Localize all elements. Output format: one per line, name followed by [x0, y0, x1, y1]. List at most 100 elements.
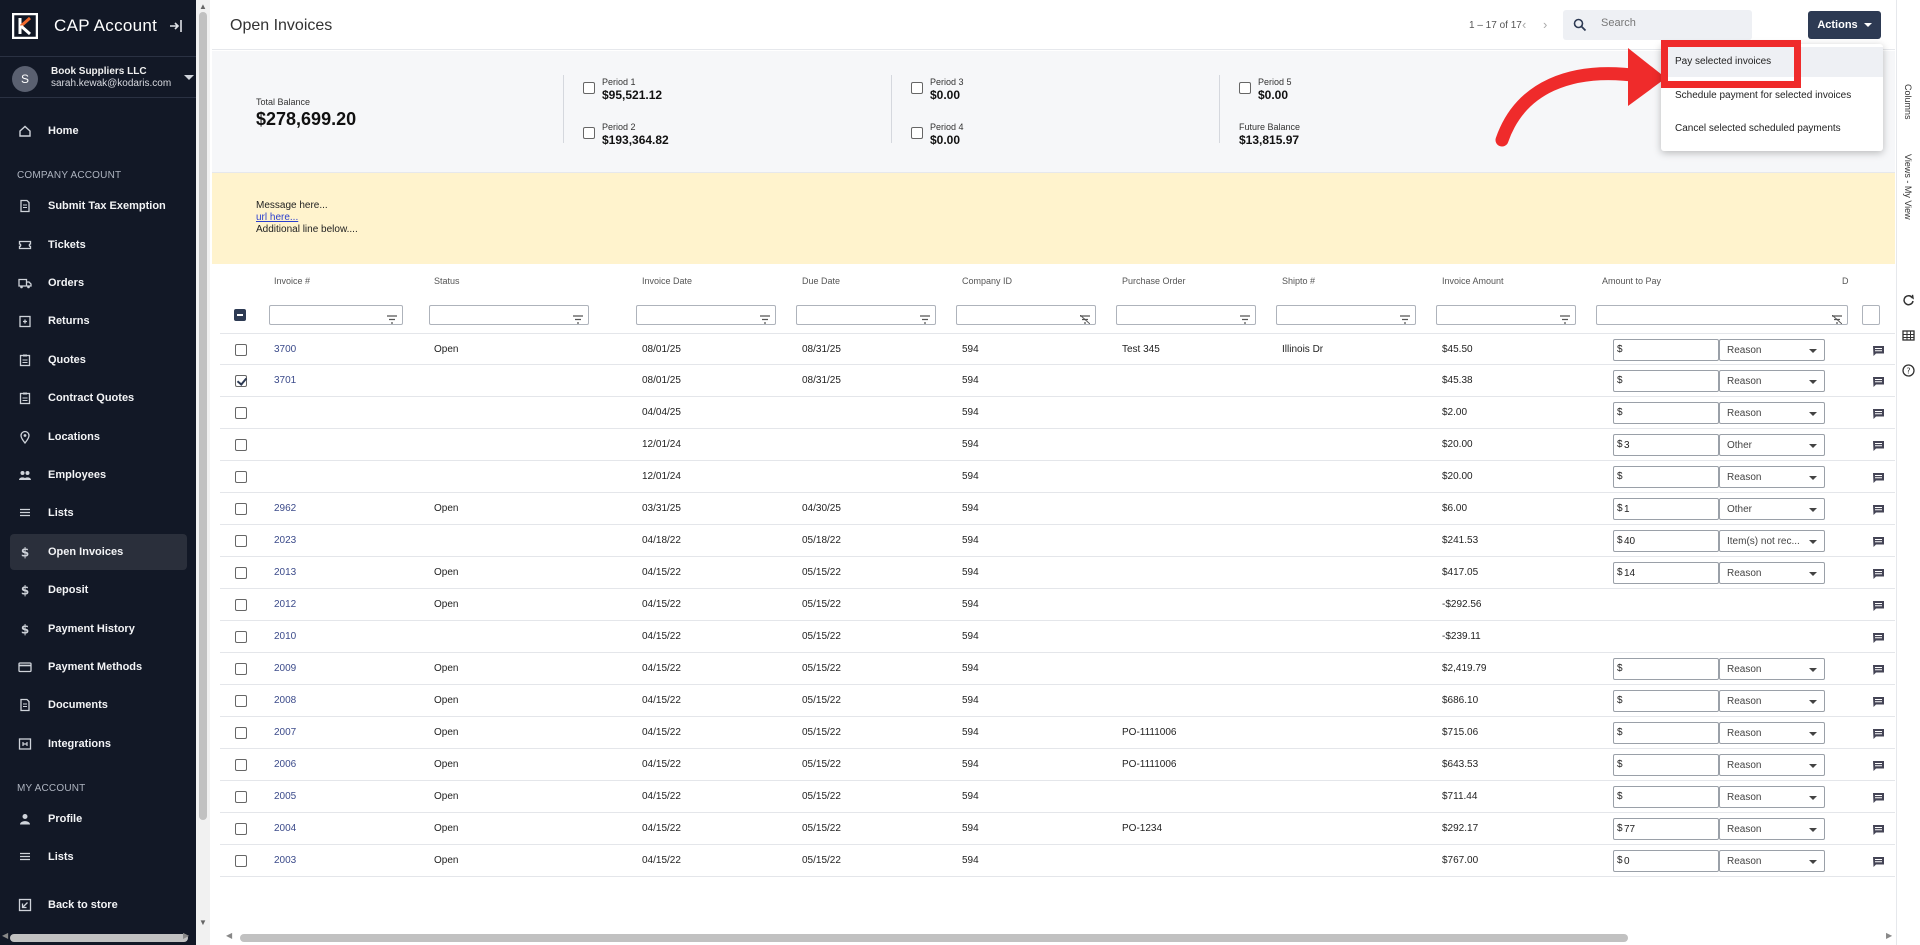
- table-row[interactable]: 3701 08/01/25 08/31/25 594 $45.38 $ Reason: [220, 365, 1895, 397]
- row-checkbox[interactable]: [235, 855, 247, 867]
- row-checkbox[interactable]: [235, 759, 247, 771]
- column-filter-input[interactable]: [956, 305, 1096, 325]
- column-header-purchase-order[interactable]: Purchase Order: [1122, 276, 1186, 286]
- sidebar-item-employees[interactable]: Employees: [10, 457, 187, 493]
- period-3-checkbox[interactable]: [911, 82, 923, 94]
- sidebar-item-lists[interactable]: Lists: [10, 495, 187, 531]
- amount-to-pay-input[interactable]: $: [1613, 658, 1719, 680]
- sidebar-item-locations[interactable]: Locations: [10, 419, 187, 455]
- help-icon[interactable]: ?: [1902, 364, 1915, 377]
- column-header-amount-to-pay[interactable]: Amount to Pay: [1602, 276, 1661, 286]
- amount-to-pay-input[interactable]: $: [1613, 786, 1719, 808]
- amount-to-pay-input[interactable]: $3: [1613, 434, 1719, 456]
- table-row[interactable]: 2007 Open 04/15/22 05/15/22 594 PO-1111006 $71…: [220, 717, 1895, 749]
- column-filter-input[interactable]: [1276, 305, 1416, 325]
- scroll-up-icon[interactable]: ▲: [199, 2, 207, 11]
- column-filter-input[interactable]: [796, 305, 936, 325]
- table-row[interactable]: 2003 Open 04/15/22 05/15/22 594 $767.00 $0 Reas…: [220, 845, 1895, 877]
- logout-icon[interactable]: [168, 18, 184, 34]
- table-row[interactable]: 2013 Open 04/15/22 05/15/22 594 $417.05 $14 Rea…: [220, 557, 1895, 589]
- filter-icon[interactable]: [1560, 311, 1570, 324]
- row-checkbox[interactable]: [235, 599, 247, 611]
- comment-icon[interactable]: [1872, 759, 1885, 771]
- sidebar-item-tickets[interactable]: Tickets: [10, 227, 187, 263]
- row-checkbox[interactable]: [235, 727, 247, 739]
- banner-link[interactable]: url here...: [256, 212, 298, 223]
- column-header-company-id[interactable]: Company ID: [962, 276, 1012, 286]
- row-checkbox[interactable]: [235, 631, 247, 643]
- filter-icon[interactable]: [760, 311, 770, 324]
- comment-icon[interactable]: [1872, 791, 1885, 803]
- comment-icon[interactable]: [1872, 439, 1885, 451]
- comment-icon[interactable]: [1872, 407, 1885, 419]
- table-row[interactable]: 12/01/24 594 $20.00 $3 Other: [220, 429, 1895, 461]
- sidebar-item-profile[interactable]: Profile: [10, 801, 187, 837]
- invoice-number-link[interactable]: 2013: [274, 567, 296, 578]
- column-filter-input[interactable]: [269, 305, 403, 325]
- comment-icon[interactable]: [1872, 567, 1885, 579]
- scroll-down-icon[interactable]: ▼: [199, 918, 207, 927]
- comment-icon[interactable]: [1872, 471, 1885, 483]
- invoice-number-link[interactable]: 2003: [274, 855, 296, 866]
- comment-icon[interactable]: [1872, 855, 1885, 867]
- amount-to-pay-input[interactable]: $1: [1613, 498, 1719, 520]
- amount-to-pay-input[interactable]: $: [1613, 402, 1719, 424]
- column-filter-input[interactable]: [1596, 305, 1848, 325]
- table-grid-icon[interactable]: [1902, 329, 1915, 342]
- row-checkbox[interactable]: [235, 791, 247, 803]
- invoice-number-link[interactable]: 2962: [274, 503, 296, 514]
- sidebar-item-submit-tax-exemption[interactable]: Submit Tax Exemption: [10, 188, 187, 224]
- amount-to-pay-input[interactable]: $: [1613, 754, 1719, 776]
- actions-button[interactable]: Actions: [1808, 11, 1881, 39]
- sidebar-item-integrations[interactable]: Integrations: [10, 726, 187, 762]
- comment-icon[interactable]: [1872, 599, 1885, 611]
- row-checkbox[interactable]: [235, 567, 247, 579]
- column-filter-input[interactable]: [1862, 305, 1880, 325]
- table-row[interactable]: 2009 Open 04/15/22 05/15/22 594 $2,419.79 $ Rea…: [220, 653, 1895, 685]
- table-row[interactable]: 2006 Open 04/15/22 05/15/22 594 PO-1111006 $64…: [220, 749, 1895, 781]
- table-row[interactable]: 3700 Open 08/01/25 08/31/25 594 Test 345 Illin…: [220, 333, 1895, 365]
- invoice-number-link[interactable]: 3701: [274, 375, 296, 386]
- refresh-icon[interactable]: [1902, 294, 1915, 307]
- table-row[interactable]: 2008 Open 04/15/22 05/15/22 594 $686.10 $ Reaso…: [220, 685, 1895, 717]
- filter-clear-icon[interactable]: [1079, 311, 1091, 325]
- table-horizontal-scrollbar[interactable]: [226, 934, 1896, 942]
- filter-icon[interactable]: [387, 311, 397, 324]
- column-header-shipto[interactable]: Shipto #: [1282, 276, 1315, 286]
- reason-select[interactable]: Reason: [1719, 370, 1825, 392]
- row-checkbox[interactable]: [235, 344, 247, 356]
- sidebar-scroll-thumb[interactable]: [199, 12, 207, 820]
- comment-icon[interactable]: [1872, 503, 1885, 515]
- sidebar-item-open-invoices[interactable]: $ Open Invoices: [10, 534, 187, 570]
- table-row[interactable]: 04/04/25 594 $2.00 $ Reason: [220, 397, 1895, 429]
- row-checkbox[interactable]: [235, 695, 247, 707]
- column-header-invoice[interactable]: Invoice #: [274, 276, 310, 286]
- sidebar-item-documents[interactable]: Documents: [10, 687, 187, 723]
- sidebar-item-payment-history[interactable]: $ Payment History: [10, 611, 187, 647]
- filter-icon[interactable]: [573, 311, 583, 324]
- filter-icon[interactable]: [1400, 311, 1410, 324]
- invoice-number-link[interactable]: 2012: [274, 599, 296, 610]
- reason-select[interactable]: Reason: [1719, 850, 1825, 872]
- comment-icon[interactable]: [1872, 823, 1885, 835]
- sidebar-item-deposit[interactable]: $ Deposit: [10, 572, 187, 608]
- reason-select[interactable]: Other: [1719, 498, 1825, 520]
- amount-to-pay-input[interactable]: $14: [1613, 562, 1719, 584]
- invoice-number-link[interactable]: 2006: [274, 759, 296, 770]
- invoice-number-link[interactable]: 2005: [274, 791, 296, 802]
- sidebar-horizontal-scroll-thumb[interactable]: [10, 934, 188, 942]
- reason-select[interactable]: Reason: [1719, 722, 1825, 744]
- row-checkbox[interactable]: [235, 407, 247, 419]
- table-row[interactable]: 2962 Open 03/31/25 04/30/25 594 $6.00 $1 Other: [220, 493, 1895, 525]
- reason-select[interactable]: Reason: [1719, 339, 1825, 361]
- column-filter-input[interactable]: [1116, 305, 1256, 325]
- amount-to-pay-input[interactable]: $: [1613, 466, 1719, 488]
- invoice-number-link[interactable]: 2007: [274, 727, 296, 738]
- sidebar-item-orders[interactable]: Orders: [10, 265, 187, 301]
- reason-select[interactable]: Reason: [1719, 786, 1825, 808]
- scroll-left-icon[interactable]: ◀: [2, 931, 8, 940]
- amount-to-pay-input[interactable]: $77: [1613, 818, 1719, 840]
- invoice-number-link[interactable]: 2023: [274, 535, 296, 546]
- comment-icon[interactable]: [1872, 695, 1885, 707]
- table-scroll-thumb[interactable]: [240, 934, 1628, 942]
